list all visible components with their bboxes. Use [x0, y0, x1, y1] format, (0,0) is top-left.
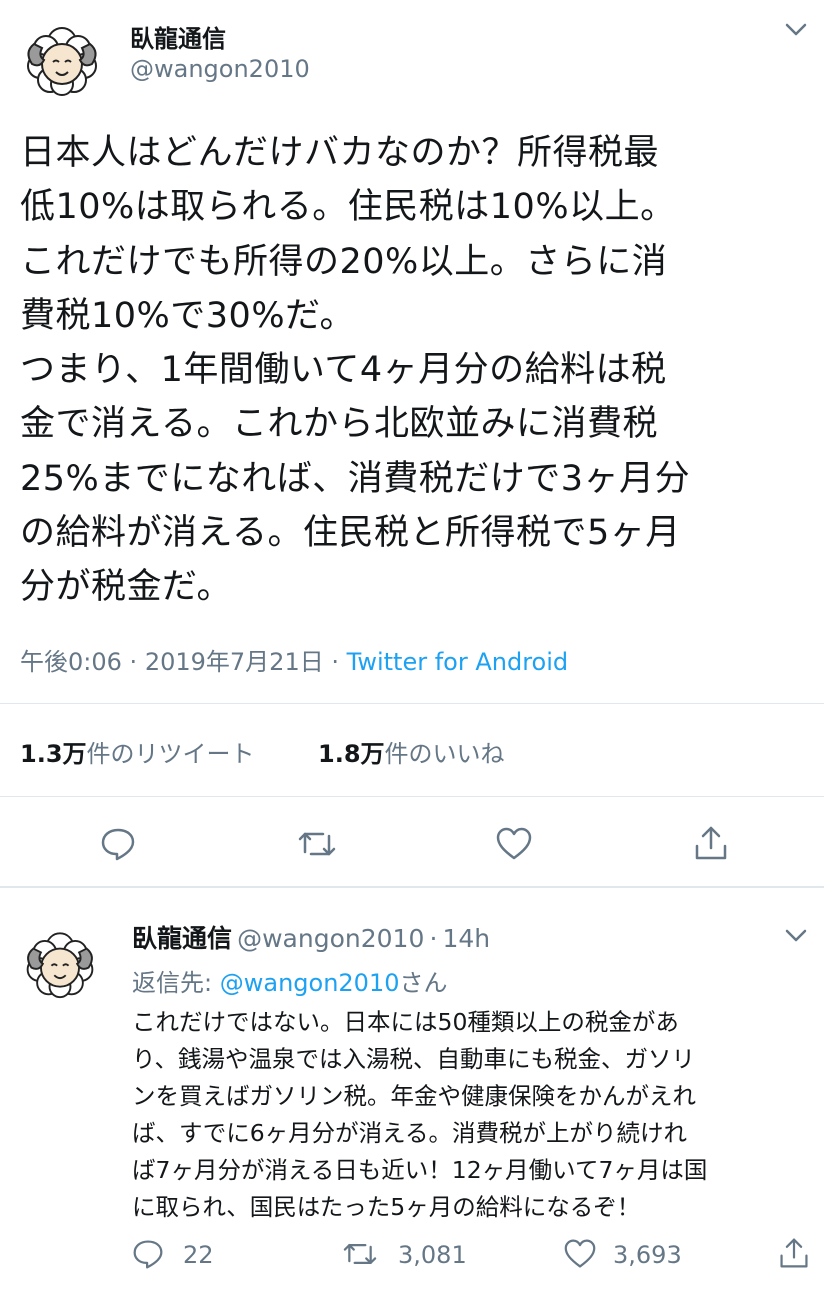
divider: [0, 796, 824, 797]
reply-to-mention[interactable]: @wangon2010: [220, 969, 400, 997]
reply-text-line: に取られ、国民はたった5ヶ月の給料になるぞ！: [132, 1193, 641, 1221]
retweets-unit: 件の: [86, 740, 135, 768]
tweet-text-line: 低10%は取られる。住民税は10%以上。: [20, 187, 676, 228]
reply-count: 22: [183, 1241, 214, 1269]
likes-unit: 件の: [384, 740, 433, 768]
reply-text-line: ば7ヶ月分が消える日も近い！12ヶ月働いて7ヶ月は国: [132, 1156, 708, 1184]
tweet-time: 午後0:06: [20, 648, 122, 676]
tweet-text: 日本人はどんだけバカなのか？所得税最 低10%は取られる。住民税は10%以上。 …: [20, 126, 820, 615]
retweet-count: 3,081: [398, 1241, 467, 1269]
author-handle[interactable]: @wangon2010: [130, 55, 310, 83]
reply-to-suffix: さん: [399, 969, 448, 997]
reply-to-line: 返信先: @wangon2010さん: [132, 963, 448, 998]
tweet-text-line: 金で消える。これから北欧並みに消費税: [20, 404, 658, 445]
share-icon[interactable]: [693, 824, 729, 862]
divider: [0, 703, 824, 704]
reply-text-line: ば、すでに6ヶ月分が消える。消費税が上がり続けれ: [132, 1119, 687, 1147]
likes-stat[interactable]: 1.8万件のいいね: [318, 734, 505, 769]
tweet-text-line: 25%までになれば、消費税だけで3ヶ月分: [20, 458, 691, 499]
like-count: 3,693: [613, 1241, 682, 1269]
reply-text: これだけではない。日本には50種類以上の税金があ り、銭湯や温泉では入湯税、自動…: [132, 1004, 812, 1226]
author-name[interactable]: 臥龍通信: [130, 19, 226, 54]
tweet-meta: 午後0:06 · 2019年7月21日 · Twitter for Androi…: [20, 642, 568, 677]
reply-text-line: これだけではない。日本には50種類以上の税金があ: [132, 1008, 679, 1036]
reply-like-icon[interactable]: [563, 1238, 597, 1270]
reply-reply-icon[interactable]: [132, 1238, 164, 1270]
reply-text-line: り、銭湯や温泉では入湯税、自動車にも税金、ガソリ: [132, 1045, 696, 1073]
retweets-label: リツイート: [134, 740, 255, 768]
likes-count: 1.8万: [318, 740, 385, 768]
retweets-count: 1.3万: [20, 740, 87, 768]
retweet-icon[interactable]: [297, 826, 337, 862]
tweet-source-link[interactable]: Twitter for Android: [347, 648, 568, 676]
tweet-text-line: これだけでも所得の20%以上。さらに消: [20, 241, 668, 282]
reply-separator: ·: [429, 924, 438, 953]
reply-author-avatar[interactable]: [20, 920, 100, 1000]
tweet-text-line: つまり、1年間働いて4ヶ月分の給料は税: [20, 350, 667, 391]
tweet-date: 2019年7月21日: [144, 648, 324, 676]
reply-retweet-icon[interactable]: [342, 1238, 378, 1270]
reply-author-handle[interactable]: @wangon2010: [237, 924, 424, 953]
likes-label: いいね: [432, 740, 505, 768]
reply-share-icon[interactable]: [778, 1236, 810, 1270]
reply-author-name[interactable]: 臥龍通信: [132, 924, 232, 953]
tweet-text-line: 費税10%で30%だ。: [20, 295, 356, 336]
like-icon[interactable]: [495, 826, 533, 862]
retweets-stat[interactable]: 1.3万件のリツイート: [20, 734, 255, 769]
reply-to-prefix: 返信先:: [132, 969, 213, 997]
chevron-down-icon[interactable]: [784, 20, 808, 40]
divider: [0, 886, 824, 888]
meta-separator: ·: [129, 648, 138, 676]
tweet-text-line: 日本人はどんだけバカなのか？所得税最: [20, 133, 660, 173]
meta-separator: ·: [331, 648, 339, 676]
author-avatar[interactable]: [20, 14, 104, 98]
reply-text-line: ンを買えばガソリン税。年金や健康保険をかんがえれ: [132, 1082, 696, 1110]
reply-age[interactable]: 14h: [443, 924, 491, 953]
tweet-text-line: の給料が消える。住民税と所得税で5ヶ月: [20, 513, 681, 554]
reply-icon[interactable]: [100, 826, 136, 862]
tweet-text-line: 分が税金だ。: [20, 567, 232, 608]
reply-header: 臥龍通信 @wangon2010 · 14h: [132, 919, 490, 955]
chevron-down-icon[interactable]: [784, 926, 808, 946]
